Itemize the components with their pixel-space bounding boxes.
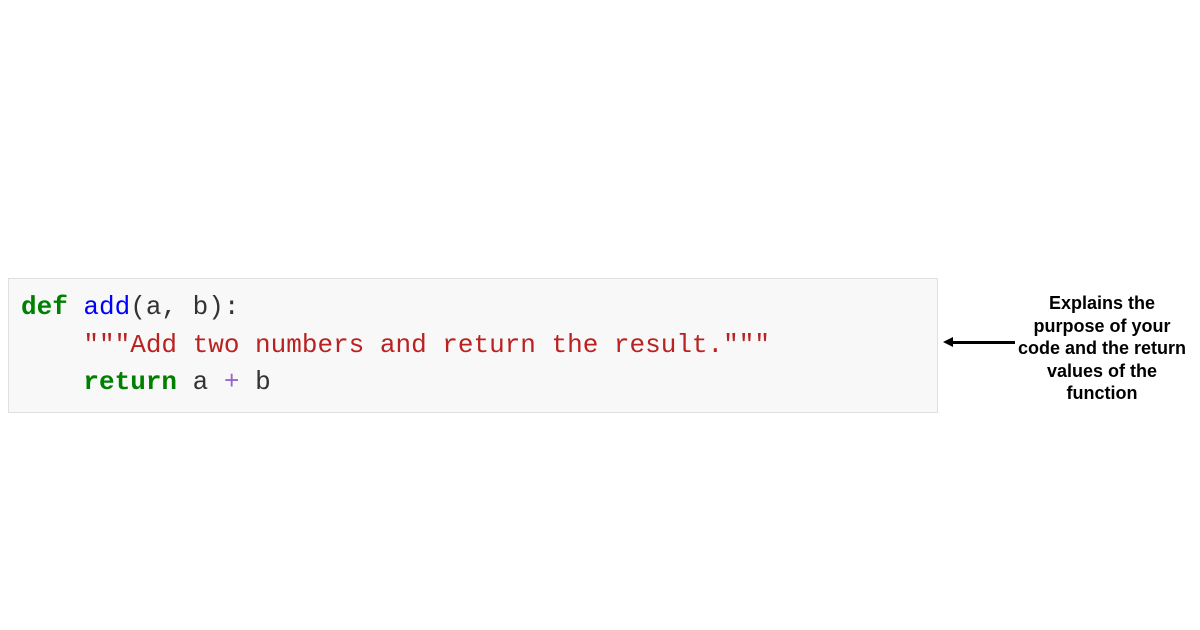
indent (21, 330, 83, 360)
paren-open: ( (130, 292, 146, 322)
paren-close-colon: ): (208, 292, 239, 322)
annotation-text: Explains the purpose of your code and th… (1012, 292, 1192, 405)
space (68, 292, 84, 322)
operator-plus: + (224, 367, 240, 397)
code-block: def add(a, b): """Add two numbers and re… (8, 278, 938, 413)
docstring: """Add two numbers and return the result… (83, 330, 770, 360)
function-name: add (83, 292, 130, 322)
keyword-return: return (83, 367, 177, 397)
indent (21, 367, 83, 397)
space (177, 367, 193, 397)
var-a: a (193, 367, 224, 397)
arrow-line (951, 341, 1015, 344)
arrow-icon (943, 337, 1015, 347)
var-b: b (239, 367, 270, 397)
arrow-head-icon (943, 337, 953, 347)
keyword-def: def (21, 292, 68, 322)
params: a, b (146, 292, 208, 322)
